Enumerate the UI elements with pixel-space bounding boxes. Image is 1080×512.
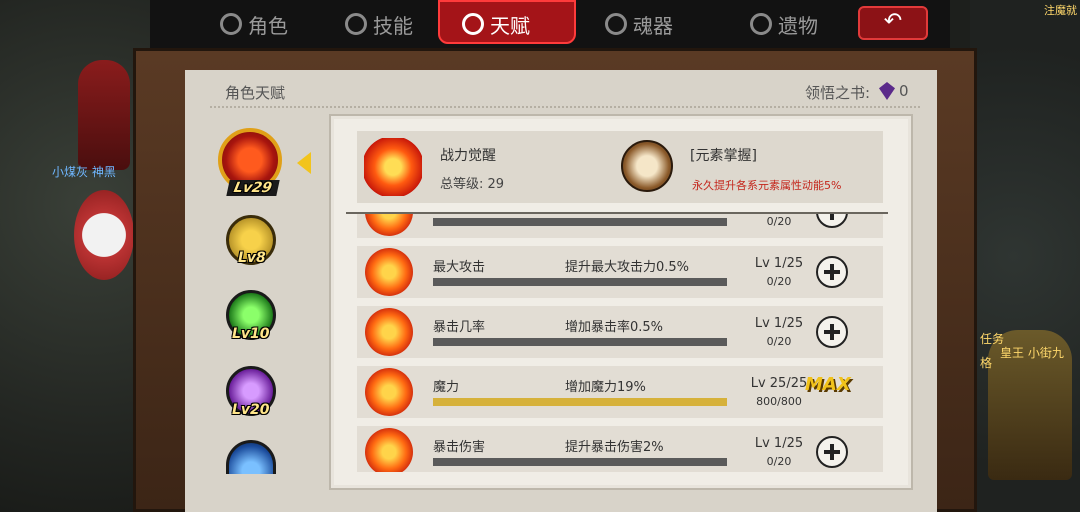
talent-level-badge: Lv10 bbox=[232, 326, 270, 342]
fist-icon bbox=[365, 308, 413, 356]
progress-bar bbox=[433, 278, 727, 286]
talent-name: 战力觉醒 bbox=[440, 148, 496, 164]
progress-bar bbox=[433, 398, 727, 406]
crit-damage-icon bbox=[365, 428, 413, 472]
relic-icon bbox=[750, 13, 772, 35]
talent-row: 最大攻击 提升最大攻击力0.5% Lv 1/25 0/20 bbox=[357, 246, 883, 298]
upgrade-button[interactable] bbox=[816, 316, 848, 348]
tab-relic[interactable]: 遗物 bbox=[750, 6, 818, 42]
back-button[interactable]: ↶ bbox=[858, 6, 928, 40]
talent-total-level: 总等级: 29 bbox=[440, 173, 504, 192]
skill-icon bbox=[345, 13, 367, 35]
insight-book-label: 领悟之书: bbox=[805, 84, 871, 102]
sword-icon bbox=[365, 214, 413, 236]
npc-name-label: 小煤灰 神黑 bbox=[52, 165, 116, 179]
tab-label: 天赋 bbox=[490, 13, 530, 38]
background-quest-label: 注魔就 研究 bbox=[1044, 4, 1080, 17]
talent-row-name: 暴击几率 bbox=[433, 320, 486, 335]
character-icon bbox=[220, 13, 242, 35]
element-mastery-name: [元素掌握] bbox=[690, 148, 757, 164]
talent-row: 暴击几率 增加暴击率0.5% Lv 1/25 0/20 bbox=[357, 306, 883, 358]
talent-level-badge: Lv29 bbox=[226, 180, 280, 196]
flame-sword-icon bbox=[364, 138, 422, 196]
insight-book-count: 0 bbox=[899, 82, 909, 100]
selected-arrow-icon bbox=[297, 152, 311, 174]
progress-fill bbox=[433, 398, 727, 406]
talent-row-desc: 提升最大攻击力0.5% bbox=[565, 260, 690, 275]
tab-character[interactable]: 角色 bbox=[220, 6, 288, 42]
total-level-value: 29 bbox=[487, 177, 505, 192]
tab-label: 魂器 bbox=[633, 13, 673, 38]
element-lock-icon[interactable] bbox=[621, 140, 673, 192]
progress-bar bbox=[433, 458, 727, 466]
talent-row: 0/20 bbox=[357, 214, 883, 238]
tab-label: 角色 bbox=[248, 13, 288, 38]
talent-progress: 800/800 bbox=[756, 395, 802, 408]
talent-row-desc: 提升暴击伤害2% bbox=[565, 440, 664, 455]
tab-talent[interactable]: 天赋 bbox=[462, 6, 530, 42]
element-mastery-desc: 永久提升各系元素属性动能5% bbox=[692, 179, 842, 192]
tab-label: 遗物 bbox=[778, 13, 818, 38]
talent-row-name: 魔力 bbox=[433, 380, 460, 395]
progress-bar bbox=[433, 218, 727, 226]
talent-level-badge: Lv8 bbox=[238, 250, 266, 266]
max-badge: MAX bbox=[805, 374, 851, 395]
talent-row-name: 暴击伤害 bbox=[433, 440, 486, 455]
sword-icon bbox=[365, 248, 413, 296]
npc-name-label-right: 皇王 小街九 bbox=[1000, 346, 1064, 360]
tab-label: 技能 bbox=[373, 13, 413, 38]
talent-icon bbox=[462, 13, 484, 35]
npc-snowman bbox=[74, 190, 134, 280]
tab-soul-vessel[interactable]: 魂器 bbox=[605, 6, 673, 42]
upgrade-button[interactable] bbox=[816, 256, 848, 288]
progress-bar bbox=[433, 338, 727, 346]
divider bbox=[210, 106, 920, 108]
talent-row: 暴击伤害 提升暴击伤害2% Lv 1/25 0/20 bbox=[357, 426, 883, 472]
total-level-label: 总等级: bbox=[440, 177, 484, 192]
tab-skill[interactable]: 技能 bbox=[345, 6, 413, 42]
background-task-label-2: 格 bbox=[980, 356, 993, 370]
talent-row: 魔力 增加魔力19% Lv 25/25 800/800 MAX bbox=[357, 366, 883, 418]
talent-row-desc: 增加暴击率0.5% bbox=[565, 320, 664, 335]
magic-rune-icon bbox=[365, 368, 413, 416]
upgrade-button[interactable] bbox=[816, 436, 848, 468]
npc-character bbox=[78, 60, 130, 170]
talent-level-badge: Lv20 bbox=[232, 402, 270, 418]
back-arrow-icon: ↶ bbox=[883, 9, 903, 34]
soul-vessel-icon bbox=[605, 13, 627, 35]
talent-list[interactable]: 0/20 最大攻击 提升最大攻击力0.5% Lv 1/25 0/20 暴击几率 … bbox=[357, 214, 883, 472]
panel-title: 角色天赋 bbox=[225, 84, 286, 102]
talent-row-desc: 增加魔力19% bbox=[565, 380, 646, 395]
talent-row-name: 最大攻击 bbox=[433, 260, 486, 275]
